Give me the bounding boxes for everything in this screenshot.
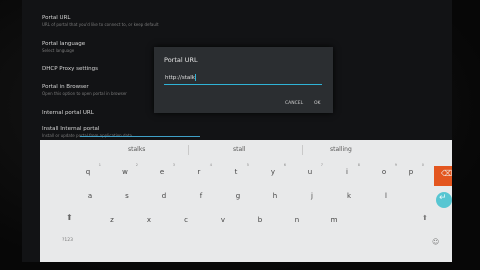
key-a[interactable]: a [74,186,106,206]
suggestion-2[interactable]: stall [233,146,246,153]
key-e[interactable]: e3 [146,162,178,182]
key-hint: 6 [283,163,286,167]
key-z[interactable]: z [96,210,128,230]
key-hint: 4 [209,163,212,167]
key-f[interactable]: f [185,186,217,206]
shift-icon: ⬆ [66,213,73,222]
key-i[interactable]: i8 [331,162,363,182]
enter-key[interactable]: ↵ [436,192,452,208]
key-hint: 5 [246,163,249,167]
portal-url-value: http://stalk [165,75,195,81]
key-hint: 2 [135,163,138,167]
enter-icon: ↵ [439,193,447,203]
key-label: r [197,168,201,176]
suggestion-divider [302,145,303,155]
key-u[interactable]: u7 [294,162,326,182]
key-d[interactable]: d [148,186,180,206]
key-x[interactable]: x [133,210,165,230]
key-r[interactable]: r4 [183,162,215,182]
shift-icon: ⬆ [422,214,428,222]
key-hint: 3 [172,163,175,167]
key-g[interactable]: g [222,186,254,206]
emoji-key[interactable]: ☺ [432,238,439,246]
backspace-icon: ⌫ [441,169,452,178]
key-m[interactable]: m [318,210,350,230]
emoji-icon: ☺ [432,238,440,246]
suggestion-3[interactable]: stalling [330,146,352,153]
soft-keyboard: stalks stall stalling q1 w2 e3 r4 t5 y6 … [40,140,452,262]
key-v[interactable]: v [207,210,239,230]
symbols-key[interactable]: ?123 [62,238,73,243]
tablet-screen: Portal URL URL of portal that you'd like… [22,0,452,262]
key-label: o [381,168,387,176]
key-y[interactable]: y6 [257,162,289,182]
key-hint: 7 [320,163,323,167]
list-divider [80,136,200,137]
key-hint: 1 [98,163,101,167]
key-label: y [270,168,276,176]
suggestion-divider [188,145,189,155]
key-q[interactable]: q1 [72,162,104,182]
key-label: t [234,168,238,176]
suggestion-1[interactable]: stalks [128,146,145,153]
setting-summary: URL of portal that you'd like to connect… [42,22,159,27]
key-label: q [85,168,91,176]
key-label: i [346,168,348,176]
key-t[interactable]: t5 [220,162,252,182]
key-hint: 0 [421,163,424,167]
cancel-button[interactable]: CANCEL [285,101,303,106]
setting-title: Install Internal portal [42,126,100,132]
key-label: u [307,168,313,176]
key-w[interactable]: w2 [109,162,141,182]
key-label: w [122,168,128,176]
key-label: p [408,168,414,176]
setting-title: Portal URL [42,15,71,21]
backspace-key[interactable]: ⌫ [434,166,452,186]
key-j[interactable]: j [296,186,328,206]
suggestion-strip: stalks stall stalling [40,140,452,160]
tablet-bezel: Portal URL URL of portal that you'd like… [0,0,480,270]
text-cursor [195,74,196,81]
portal-url-dialog: Portal URL http://stalk CANCEL OK [154,47,333,113]
key-h[interactable]: h [259,186,291,206]
key-k[interactable]: k [333,186,365,206]
setting-portal-url[interactable]: Portal URL URL of portal that you'd like… [42,15,302,27]
dialog-title: Portal URL [164,56,198,64]
key-s[interactable]: s [111,186,143,206]
key-hint: 8 [357,163,360,167]
key-label: e [159,168,165,176]
key-c[interactable]: c [170,210,202,230]
key-l[interactable]: l [370,186,402,206]
shift-right-key[interactable]: ⬆ [422,214,428,222]
key-p[interactable]: p0 [395,162,427,182]
space-key[interactable] [155,240,325,254]
ok-button[interactable]: OK [314,101,321,106]
shift-key[interactable]: ⬆ [66,213,73,222]
key-b[interactable]: b [244,210,276,230]
key-n[interactable]: n [281,210,313,230]
